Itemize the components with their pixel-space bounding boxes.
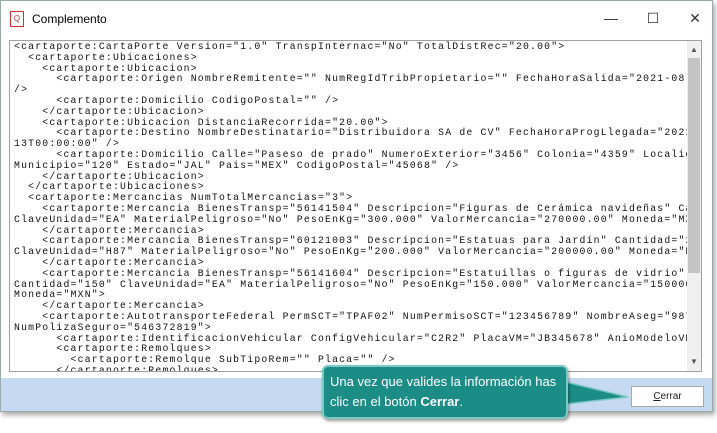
title-bar: Q Complemento — ☐ ✕ bbox=[1, 1, 712, 35]
window-title: Complemento bbox=[32, 12, 107, 26]
scroll-down-icon[interactable]: ▼ bbox=[687, 355, 701, 369]
callout-bold: Cerrar bbox=[420, 394, 460, 409]
complemento-window: Q Complemento — ☐ ✕ <cartaporte:CartaPor… bbox=[0, 0, 713, 412]
callout-end: . bbox=[459, 394, 463, 409]
instruction-callout: Una vez que valides la información has c… bbox=[322, 365, 568, 419]
app-icon: Q bbox=[10, 11, 24, 27]
xml-line: <cartaporte:Mercancia BienesTransp="5614… bbox=[14, 268, 686, 280]
callout-arrow bbox=[566, 381, 629, 405]
xml-line: <cartaporte:Origen NombreRemitente="" Nu… bbox=[14, 74, 702, 86]
minimize-button[interactable]: — bbox=[596, 7, 626, 29]
close-button[interactable]: ✕ bbox=[680, 7, 710, 29]
scroll-up-icon[interactable]: ▲ bbox=[687, 43, 701, 57]
xml-line: Municipio="120" Estado="JAL" Pais="MEX" … bbox=[14, 160, 460, 172]
xml-line: ClaveUnidad="EA" MaterialPeligroso="No" … bbox=[14, 214, 702, 226]
xml-textarea[interactable]: <cartaporte:CartaPorte Version="1.0" Tra… bbox=[9, 40, 702, 372]
scrollbar-thumb[interactable] bbox=[688, 58, 700, 273]
xml-line: <cartaporte:Ubicaciones> bbox=[14, 52, 198, 64]
maximize-button[interactable]: ☐ bbox=[638, 7, 668, 29]
xml-line: </cartaporte:Ubicacion> bbox=[14, 106, 205, 118]
xml-line: Cantidad="150" ClaveUnidad="EA" Material… bbox=[14, 279, 702, 291]
cerrar-label: errar bbox=[660, 391, 682, 402]
xml-line: NumPolizaSeguro="546372819"> bbox=[14, 322, 212, 334]
vertical-scrollbar[interactable]: ▲ ▼ bbox=[687, 41, 701, 371]
cerrar-button[interactable]: Cerrar bbox=[631, 386, 704, 407]
xml-content: <cartaporte:CartaPorte Version="1.0" Tra… bbox=[14, 42, 702, 371]
